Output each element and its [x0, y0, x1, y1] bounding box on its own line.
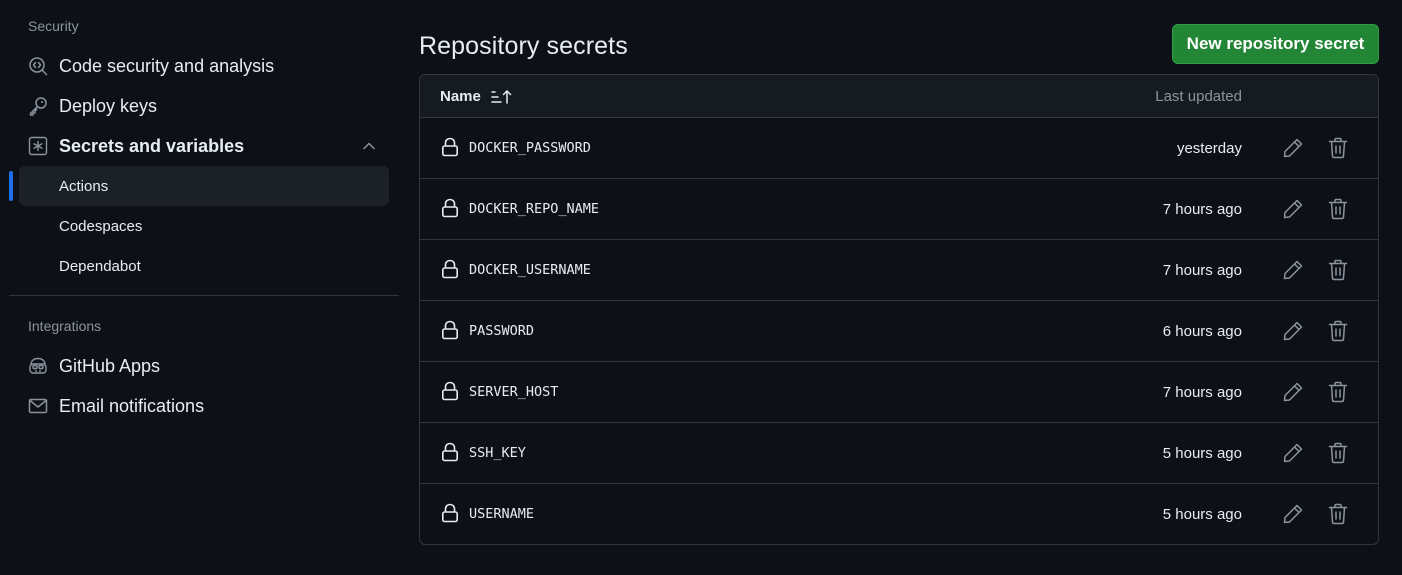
secret-name: SSH_KEY	[469, 445, 526, 461]
edit-secret-3-pencil-icon[interactable]	[1282, 320, 1304, 342]
lock-icon	[441, 137, 458, 157]
asterisk-box-icon	[27, 135, 49, 157]
sidebar-subitem-actions[interactable]: Actions	[19, 166, 389, 206]
lock-icon	[441, 198, 458, 218]
sidebar-item-github-apps[interactable]: GitHub Apps	[19, 346, 389, 386]
secret-name: SERVER_HOST	[469, 384, 559, 400]
secret-name: DOCKER_USERNAME	[469, 262, 591, 278]
name-column-header[interactable]: Name	[440, 75, 512, 118]
sidebar-item-label: Code security and analysis	[59, 55, 275, 76]
copilot-app-icon	[27, 355, 49, 377]
secrets-table: Name Last updated DOCKER_PASSWORD yester…	[419, 74, 1379, 545]
sidebar-item-deploy-keys[interactable]: Deploy keys	[19, 86, 389, 126]
sidebar-subitem-dependabot[interactable]: Dependabot	[19, 246, 389, 286]
table-row: USERNAME 5 hours ago	[420, 484, 1378, 544]
lock-icon	[441, 259, 458, 279]
secret-last-updated: 5 hours ago	[1162, 505, 1242, 523]
sort-ascending-icon	[491, 89, 512, 104]
sidebar-item-code-security[interactable]: Code security and analysis	[19, 46, 389, 86]
lock-icon	[441, 320, 458, 340]
secret-name: USERNAME	[469, 506, 535, 522]
secret-name: DOCKER_PASSWORD	[469, 140, 591, 156]
delete-secret-3-trash-icon[interactable]	[1328, 320, 1348, 342]
secret-name: DOCKER_REPO_NAME	[469, 201, 600, 217]
delete-secret-1-trash-icon[interactable]	[1328, 198, 1348, 220]
delete-secret-2-trash-icon[interactable]	[1328, 259, 1348, 281]
edit-secret-1-pencil-icon[interactable]	[1282, 198, 1304, 220]
edit-secret-4-pencil-icon[interactable]	[1282, 381, 1304, 403]
settings-sidebar: Security Code security and analysis Depl…	[0, 0, 400, 575]
edit-secret-0-pencil-icon[interactable]	[1282, 137, 1304, 159]
sidebar-item-label: GitHub Apps	[59, 355, 161, 376]
last-updated-column-header: Last updated	[1155, 88, 1242, 105]
table-row: DOCKER_USERNAME 7 hours ago	[420, 240, 1378, 301]
secret-last-updated: 7 hours ago	[1162, 383, 1242, 401]
security-heading: Security	[28, 18, 79, 34]
chevron-up-icon[interactable]	[361, 138, 377, 154]
codescan-icon	[27, 55, 49, 77]
table-row: SSH_KEY 5 hours ago	[420, 423, 1378, 484]
sidebar-subitem-codespaces[interactable]: Codespaces	[19, 206, 389, 246]
delete-secret-4-trash-icon[interactable]	[1328, 381, 1348, 403]
sidebar-item-email-notifications[interactable]: Email notifications	[19, 386, 389, 426]
sidebar-divider	[9, 295, 399, 296]
secret-last-updated: 5 hours ago	[1162, 444, 1242, 462]
table-row: SERVER_HOST 7 hours ago	[420, 362, 1378, 423]
delete-secret-6-trash-icon[interactable]	[1328, 503, 1348, 525]
lock-icon	[441, 442, 458, 462]
sidebar-subitem-label: Actions	[59, 177, 109, 195]
settings-page: Security Code security and analysis Depl…	[0, 0, 1402, 575]
sidebar-subitem-label: Codespaces	[59, 217, 143, 235]
new-repository-secret-button[interactable]: New repository secret	[1172, 24, 1379, 64]
mail-icon	[27, 395, 49, 417]
sidebar-item-secrets-and-variables[interactable]: Secrets and variables	[19, 126, 389, 166]
table-row: DOCKER_REPO_NAME 7 hours ago	[420, 179, 1378, 240]
delete-secret-5-trash-icon[interactable]	[1328, 442, 1348, 464]
table-row: DOCKER_PASSWORD yesterday	[420, 118, 1378, 179]
sidebar-subitem-label: Dependabot	[59, 257, 141, 275]
delete-secret-0-trash-icon[interactable]	[1328, 137, 1348, 159]
table-header: Name Last updated	[420, 75, 1378, 118]
secret-name: PASSWORD	[469, 323, 535, 339]
edit-secret-2-pencil-icon[interactable]	[1282, 259, 1304, 281]
secret-last-updated: 7 hours ago	[1162, 200, 1242, 218]
lock-icon	[441, 381, 458, 401]
active-indicator	[9, 171, 13, 201]
table-body: DOCKER_PASSWORD yesterday DOCKER_REPO_NA…	[420, 118, 1378, 544]
name-header-label: Name	[440, 88, 481, 105]
page-title: Repository secrets	[419, 32, 628, 60]
sidebar-item-label: Email notifications	[59, 395, 205, 416]
key-icon	[27, 95, 49, 117]
edit-secret-6-pencil-icon[interactable]	[1282, 503, 1304, 525]
secret-last-updated: 7 hours ago	[1162, 261, 1242, 279]
secret-last-updated: yesterday	[1176, 139, 1242, 157]
secret-last-updated: 6 hours ago	[1162, 322, 1242, 340]
table-row: PASSWORD 6 hours ago	[420, 301, 1378, 362]
edit-secret-5-pencil-icon[interactable]	[1282, 442, 1304, 464]
integrations-heading: Integrations	[28, 318, 102, 334]
sidebar-item-label: Deploy keys	[59, 95, 158, 116]
lock-icon	[441, 503, 458, 523]
sidebar-item-label: Secrets and variables	[59, 135, 245, 156]
